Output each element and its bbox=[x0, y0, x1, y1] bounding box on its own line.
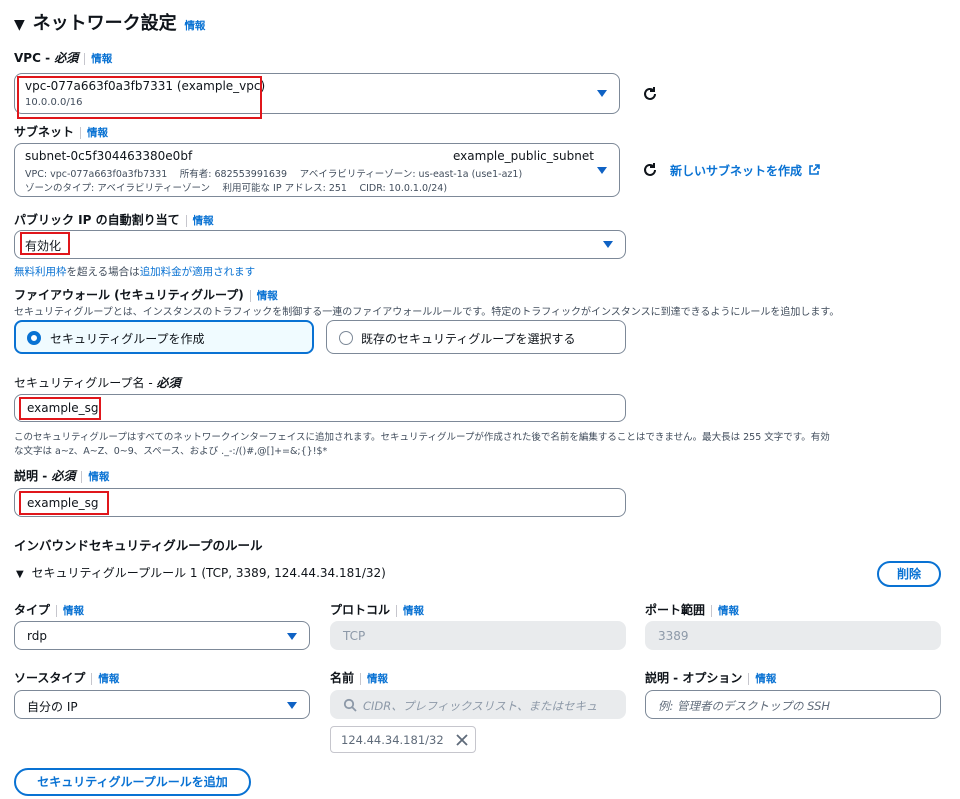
highlight-box bbox=[19, 397, 101, 420]
info-link[interactable]: 情報 bbox=[98, 673, 119, 685]
search-icon bbox=[343, 698, 357, 712]
source-type-select[interactable]: 自分の IP bbox=[14, 690, 310, 719]
info-link[interactable]: 情報 bbox=[88, 471, 109, 483]
add-rule-button[interactable]: セキュリティグループルールを追加 bbox=[14, 768, 251, 796]
info-link[interactable]: 情報 bbox=[193, 215, 214, 227]
sg-name-help-1: このセキュリティグループはすべてのネットワークインターフェイスに追加されます。セ… bbox=[14, 432, 830, 443]
protocol-field: TCP bbox=[330, 621, 626, 650]
sg-name-help-2: な文字は a~z、A~Z、0~9、スペース、および ._-:/()#,@[]+=… bbox=[14, 446, 328, 457]
name-search-input[interactable]: CIDR、プレフィックスリスト、またはセキュ bbox=[330, 690, 626, 719]
caret-down-icon: ▼ bbox=[14, 17, 25, 33]
name-label: 名前 情報 bbox=[330, 671, 389, 685]
info-link[interactable]: 情報 bbox=[718, 605, 739, 617]
rule-title: セキュリティグループルール 1 (TCP, 3389, 124.44.34.18… bbox=[31, 566, 386, 580]
port-range-value: 3389 bbox=[658, 629, 689, 643]
firewall-label: ファイアウォール (セキュリティグループ) 情報 bbox=[14, 288, 278, 302]
source-type-value: 自分の IP bbox=[27, 700, 78, 714]
protocol-value: TCP bbox=[343, 629, 366, 643]
subnet-id: subnet-0c5f304463380e0bf bbox=[25, 149, 193, 163]
section-header[interactable]: ▼ ネットワーク設定 情報 bbox=[14, 9, 205, 35]
description-label: 説明 - 必須 情報 bbox=[14, 469, 110, 483]
rule-description-label: 説明 - オプション 情報 bbox=[645, 671, 777, 685]
dropdown-caret-icon bbox=[603, 241, 613, 248]
public-ip-select[interactable]: 有効化 bbox=[14, 230, 626, 259]
extra-charge-link[interactable]: 追加料金が適用されます bbox=[140, 266, 256, 278]
info-link[interactable]: 情報 bbox=[63, 605, 84, 617]
source-type-label: ソースタイプ 情報 bbox=[14, 671, 120, 685]
type-select[interactable]: rdp bbox=[14, 621, 310, 650]
rule-description-input[interactable]: 例: 管理者のデスクトップの SSH bbox=[645, 690, 941, 719]
sg-name-label: セキュリティグループ名 - 必須 bbox=[14, 376, 181, 390]
subnet-name: example_public_subnet bbox=[453, 149, 594, 163]
dropdown-caret-icon bbox=[597, 90, 607, 97]
radio-create-sg-label: セキュリティグループを作成 bbox=[50, 332, 205, 346]
highlight-box bbox=[20, 232, 70, 255]
protocol-label: プロトコル 情報 bbox=[330, 603, 425, 617]
public-ip-label: パブリック IP の自動割り当て 情報 bbox=[14, 213, 214, 227]
highlight-box bbox=[19, 491, 109, 515]
cidr-token: 124.44.34.181/32 bbox=[330, 726, 476, 753]
info-link[interactable]: 情報 bbox=[91, 53, 112, 65]
dropdown-caret-icon bbox=[287, 702, 297, 709]
radio-existing-sg-label: 既存のセキュリティグループを選択する bbox=[361, 332, 576, 346]
radio-selected-icon bbox=[27, 331, 41, 345]
port-range-label: ポート範囲 情報 bbox=[645, 603, 740, 617]
cidr-token-label: 124.44.34.181/32 bbox=[341, 733, 444, 747]
vpc-label: VPC - 必須 情報 bbox=[14, 51, 113, 65]
delete-rule-button[interactable]: 削除 bbox=[877, 561, 941, 587]
subnet-label: サブネット 情報 bbox=[14, 125, 109, 139]
subnet-details-1: VPC: vpc-077a663f0a3fb7331 所有者: 68255399… bbox=[25, 169, 523, 180]
highlight-box bbox=[17, 76, 262, 119]
radio-existing-sg[interactable]: 既存のセキュリティグループを選択する bbox=[326, 320, 626, 354]
firewall-description: セキュリティグループとは、インスタンスのトラフィックを制御する一連のファイアウォ… bbox=[14, 307, 840, 318]
refresh-icon[interactable] bbox=[640, 160, 660, 180]
type-value: rdp bbox=[27, 629, 47, 643]
inbound-title: インバウンドセキュリティグループのルール bbox=[14, 538, 263, 553]
radio-create-sg[interactable]: セキュリティグループを作成 bbox=[14, 320, 314, 354]
info-link[interactable]: 情報 bbox=[184, 20, 205, 32]
dropdown-caret-icon bbox=[597, 167, 607, 174]
close-icon[interactable] bbox=[455, 733, 469, 747]
create-subnet-link[interactable]: 新しいサブネットを作成 bbox=[670, 162, 821, 179]
section-title: ネットワーク設定 bbox=[32, 13, 177, 34]
rule-expander[interactable]: ▼ セキュリティグループルール 1 (TCP, 3389, 124.44.34.… bbox=[16, 564, 386, 581]
radio-unselected-icon bbox=[339, 331, 353, 345]
info-link[interactable]: 情報 bbox=[403, 605, 424, 617]
type-label: タイプ 情報 bbox=[14, 603, 85, 617]
caret-down-icon: ▼ bbox=[16, 569, 24, 580]
name-search-placeholder: CIDR、プレフィックスリスト、またはセキュ bbox=[363, 699, 598, 713]
subnet-details-2: ゾーンのタイプ: アベイラビリティーゾーン 利用可能な IP アドレス: 251… bbox=[25, 183, 448, 194]
port-range-field: 3389 bbox=[645, 621, 941, 650]
info-link[interactable]: 情報 bbox=[367, 673, 388, 685]
info-link[interactable]: 情報 bbox=[87, 127, 108, 139]
public-ip-note: 無料利用枠を超える場合は追加料金が適用されます bbox=[14, 266, 256, 278]
info-link[interactable]: 情報 bbox=[755, 673, 776, 685]
rule-description-placeholder: 例: 管理者のデスクトップの SSH bbox=[658, 699, 831, 713]
refresh-icon[interactable] bbox=[640, 84, 660, 104]
dropdown-caret-icon bbox=[287, 633, 297, 640]
sg-name-input[interactable]: example_sg bbox=[14, 394, 626, 422]
external-link-icon bbox=[808, 164, 821, 179]
info-link[interactable]: 情報 bbox=[257, 290, 278, 302]
free-tier-link[interactable]: 無料利用枠 bbox=[14, 266, 67, 278]
subnet-select[interactable]: subnet-0c5f304463380e0bf example_public_… bbox=[14, 143, 620, 197]
